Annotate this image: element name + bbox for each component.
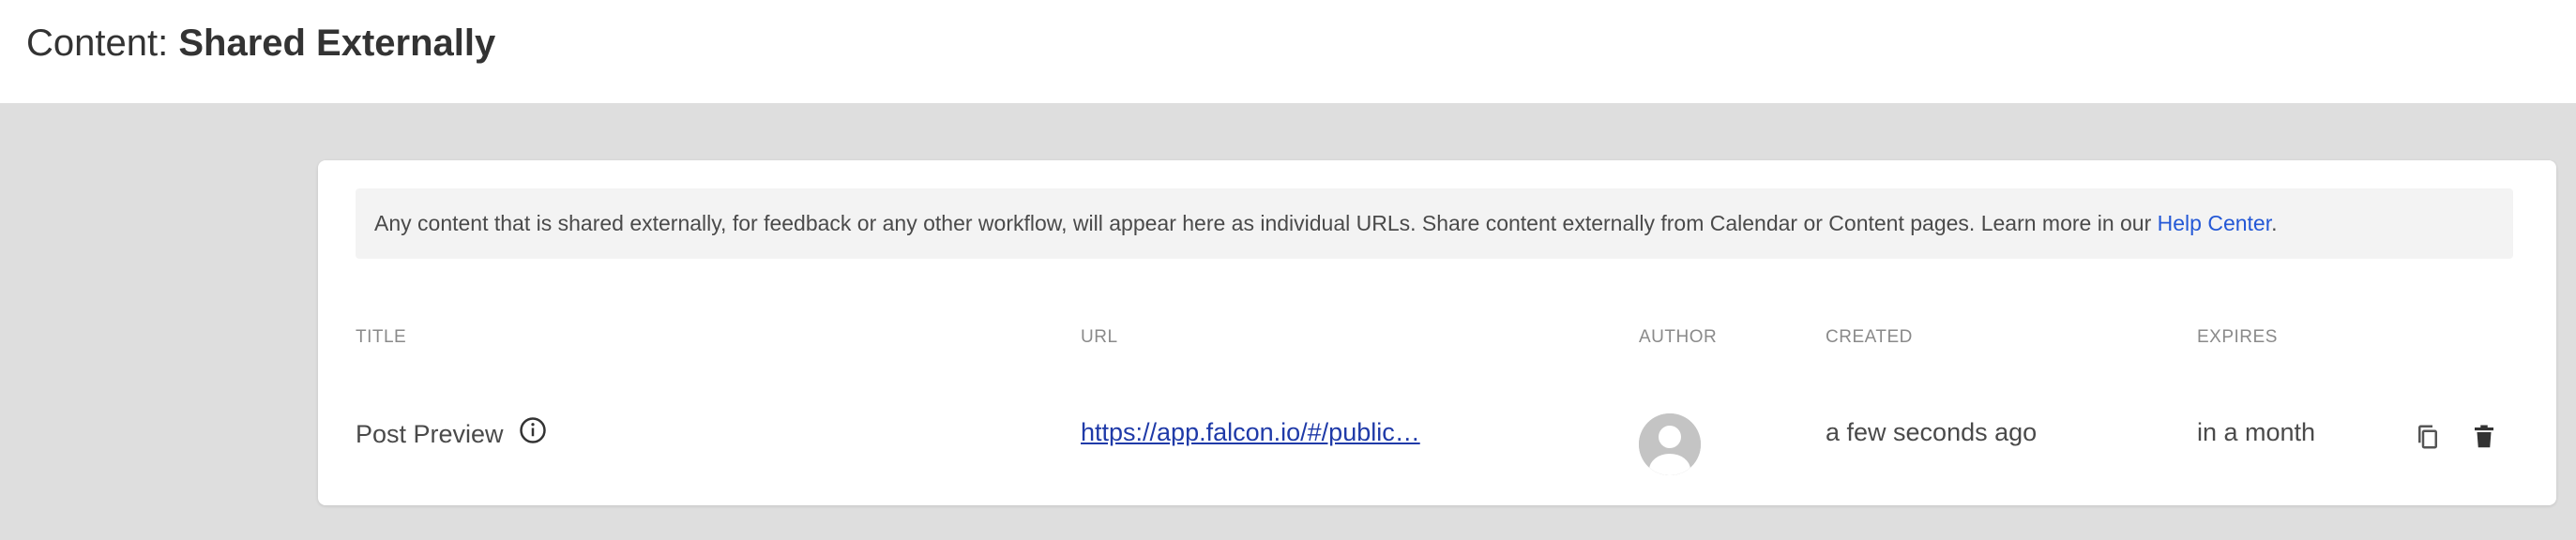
user-avatar-icon <box>1639 413 1701 475</box>
row-url-link[interactable]: https://app.falcon.io/#/public… <box>1081 416 1420 448</box>
info-banner-message: Any content that is shared externally, f… <box>374 211 2158 235</box>
help-center-link[interactable]: Help Center <box>2158 211 2271 235</box>
shared-content-card: Any content that is shared externally, f… <box>318 160 2556 505</box>
page-title-prefix: Content: <box>26 22 179 64</box>
copy-icon[interactable] <box>2414 423 2442 451</box>
info-banner-text: Any content that is shared externally, f… <box>374 188 2278 259</box>
page-title: Content: Shared Externally <box>26 21 495 66</box>
author-avatar <box>1639 413 1701 475</box>
column-header-created[interactable]: CREATED <box>1826 327 1913 348</box>
info-banner-suffix: . <box>2271 211 2278 235</box>
column-header-expires[interactable]: EXPIRES <box>2197 327 2278 348</box>
row-created: a few seconds ago <box>1826 418 2038 446</box>
row-expires: in a month <box>2197 418 2316 446</box>
info-circle-icon[interactable] <box>519 416 547 444</box>
column-header-url[interactable]: URL <box>1081 327 1118 348</box>
page-title-main: Shared Externally <box>178 22 496 64</box>
column-header-author[interactable]: AUTHOR <box>1639 327 1717 348</box>
column-header-title[interactable]: TITLE <box>356 327 406 348</box>
info-banner: Any content that is shared externally, f… <box>356 188 2513 259</box>
top-bar: Content: Shared Externally <box>0 0 2576 103</box>
trash-icon[interactable] <box>2470 423 2498 451</box>
row-title: Post Preview <box>356 420 504 448</box>
